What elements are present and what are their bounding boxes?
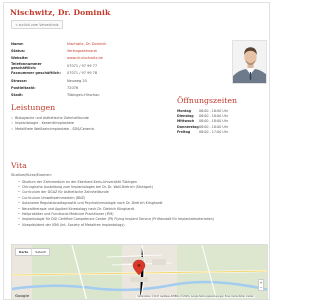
info-value: 72076 (67, 86, 79, 91)
hours-row: Freitag 08:00 - 17:00 Uhr (177, 130, 228, 135)
map-type-satellite-button[interactable]: Satellit (32, 249, 48, 255)
opening-hours-table: Montag 08:00 - 18:00 Uhr Dienstag 08:00 - 1… (177, 108, 228, 135)
info-label: Strasse: (11, 78, 28, 83)
vita-intro: Studium/Kurse/Examen: (11, 173, 52, 177)
hours-day: Donnerstag (177, 124, 199, 129)
map-type-map-button[interactable]: Karte (16, 249, 33, 255)
info-label: Telefonnummer geschäftlich: (11, 61, 42, 70)
services-heading: Leistungen (11, 103, 56, 112)
hours-time: 08:00 - 18:00 Uhr (199, 114, 229, 119)
vita-item: Vizepräsident der ISMI (Int. Society of … (18, 222, 268, 227)
info-row: Postleitzahl: 72076 (11, 84, 211, 91)
opening-hours-heading: Öffnungszeiten (177, 96, 237, 105)
info-label: Website: (11, 56, 29, 61)
services-list: Biologische und ästhetische Zahnheilkund… (11, 115, 94, 132)
profile-photo (232, 40, 267, 84)
location-map[interactable]: Karte Satellit + − Google Kartendaten ©2… (11, 244, 268, 300)
hours-day: Montag (177, 108, 192, 113)
map-canvas[interactable] (12, 245, 268, 300)
map-attribution[interactable]: Kartendaten ©2017 GeoBasis-DE/BKG (©2009… (136, 295, 255, 298)
vita-heading: Vita (11, 161, 27, 170)
hours-time: 08:00 - 18:00 Uhr (199, 108, 229, 113)
zoom-out-button[interactable]: − (259, 285, 262, 290)
hours-time: 08:00 - 18:00 Uhr (199, 124, 229, 129)
info-label: Status: (11, 49, 26, 54)
hours-time: 08:00 - 18:00 Uhr (199, 119, 229, 124)
info-row: Telefonnummer geschäftlich: 07071 / 97 99… (11, 61, 211, 70)
info-label: Postleitzahl: (11, 86, 36, 91)
info-row: Status: Vertragszahnarzt (11, 47, 211, 54)
info-label: Name: (11, 41, 24, 46)
hours-row: Mittwoch 08:00 - 18:00 Uhr (177, 119, 228, 124)
info-row: Name: Nischwitz, Dr. Dominik (11, 40, 211, 47)
info-value: 07071 / 97 99 78 (67, 71, 98, 76)
service-item: Biologische und ästhetische Zahnheilkund… (11, 115, 94, 121)
info-value: Tübingen-Hirschau (67, 93, 100, 98)
vita-list: Studium der Zahnmedizin an der Eberhard-… (18, 179, 268, 228)
back-to-directory-button[interactable]: « zurück zum Verzeichnis (11, 20, 63, 29)
info-row: Faxnummer geschäftlich: 07071 / 97 99 78 (11, 70, 211, 77)
hours-row: Donnerstag 08:00 - 18:00 Uhr (177, 124, 228, 129)
info-label: Stadt: (11, 93, 24, 98)
hours-row: Montag 08:00 - 18:00 Uhr (177, 108, 228, 113)
info-row: Strasse: Neuweg 20 (11, 77, 211, 84)
info-value[interactable]: Vertragszahnarzt (67, 49, 97, 53)
info-value[interactable]: Nischwitz, Dr. Dominik (67, 42, 106, 46)
map-zoom-control[interactable]: + − (258, 279, 264, 291)
info-value: 07071 / 97 99 77 (67, 63, 98, 68)
hours-day: Dienstag (177, 114, 194, 119)
google-logo: Google (15, 294, 30, 298)
info-value[interactable]: www.dr-nischwitz.de (67, 56, 103, 60)
listing-card: Nischwitz, Dr. Dominik « zurück zum Verz… (3, 2, 270, 300)
portrait-image (233, 41, 266, 83)
hours-day: Mittwoch (177, 119, 195, 124)
info-label: Faxnummer geschäftlich: (11, 71, 61, 76)
info-value: Neuweg 20 (67, 78, 87, 83)
hours-time: 08:00 - 17:00 Uhr (199, 130, 229, 135)
service-item: Metallfreie Weißzahnimplantate - SDS/Cer… (11, 126, 94, 132)
hours-day: Freitag (177, 130, 191, 135)
map-type-control[interactable]: Karte Satellit (15, 248, 50, 256)
contact-info-table: Name: Nischwitz, Dr. Dominik Status: Vertra… (11, 40, 211, 99)
page-title: Nischwitz, Dr. Dominik (10, 8, 111, 17)
hours-row: Dienstag 08:00 - 18:00 Uhr (177, 113, 228, 118)
